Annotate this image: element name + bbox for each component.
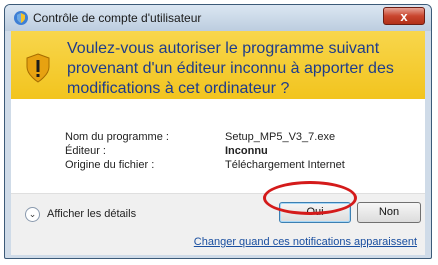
uac-dialog: Contrôle de compte d'utilisateur x Voule…: [4, 4, 432, 259]
program-name-value: Setup_MP5_V3_7.exe: [225, 131, 336, 143]
file-origin-label: Origine du fichier :: [65, 159, 155, 171]
uac-question: Voulez-vous autoriser le programme suiva…: [67, 40, 394, 97]
publisher-value: Inconnu: [225, 145, 268, 157]
no-button[interactable]: Non: [357, 202, 421, 223]
change-notifications-link[interactable]: Changer quand ces notifications apparais…: [194, 236, 417, 248]
show-details-label: Afficher les détails: [47, 208, 137, 220]
publisher-label: Éditeur :: [65, 145, 106, 157]
dialog-footer: ⌄ Afficher les détails Oui Non Changer q…: [11, 193, 425, 255]
file-origin-value: Téléchargement Internet: [225, 159, 345, 171]
warning-banner: Voulez-vous autoriser le programme suiva…: [11, 31, 425, 100]
uac-shield-icon: [14, 11, 28, 25]
program-details: Nom du programme : Setup_MP5_V3_7.exe Éd…: [11, 99, 425, 193]
window-title: Contrôle de compte d'utilisateur: [33, 11, 202, 25]
shield-warning-icon: [26, 53, 50, 83]
title-bar: Contrôle de compte d'utilisateur x: [5, 5, 431, 31]
program-name-label: Nom du programme :: [65, 131, 169, 143]
red-circle-annotation: [263, 181, 357, 215]
chevron-down-icon: ⌄: [25, 207, 40, 222]
close-button[interactable]: x: [383, 7, 425, 25]
